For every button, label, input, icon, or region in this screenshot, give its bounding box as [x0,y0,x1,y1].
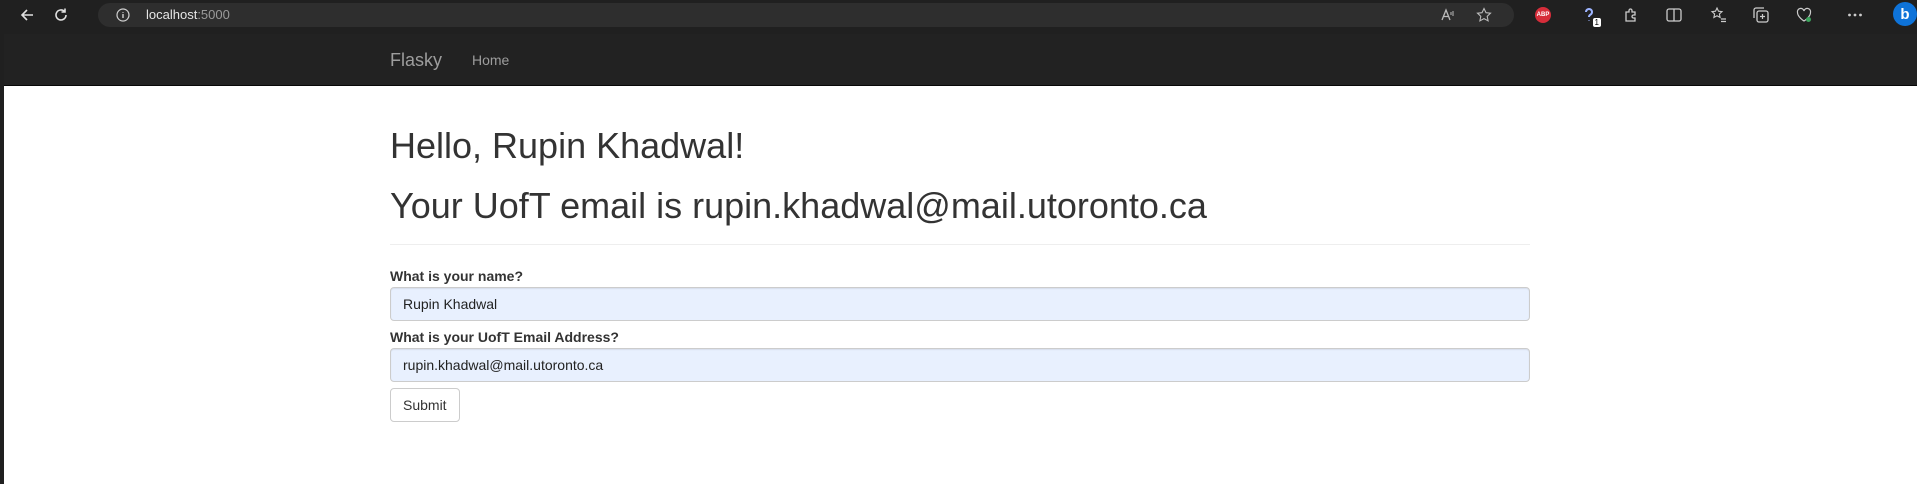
nav-link-home[interactable]: Home [472,52,509,68]
address-url: localhost:5000 [146,8,230,22]
email-heading: Your UofT email is rupin.khadwal@mail.ut… [390,185,1207,226]
header-divider [390,244,1530,245]
back-arrow-icon [20,9,33,21]
address-port: :5000 [197,7,230,22]
back-button[interactable] [16,4,38,26]
favorite-star-icon[interactable] [1476,7,1492,23]
split-screen-button[interactable] [1665,6,1683,24]
adblock-plus-extension[interactable]: ABP [1534,6,1552,24]
browser-toolbar: localhost:5000 ABP 1 b [0,0,1917,30]
site-info-icon[interactable] [116,8,130,22]
page-viewport: Flasky Home Hello, Rupin Khadwal! Your U… [4,34,1917,484]
email-input[interactable] [390,348,1530,382]
submit-button[interactable]: Submit [390,388,460,422]
name-label: What is your name? [390,268,524,284]
settings-more-button[interactable] [1846,6,1864,24]
navbar: Flasky Home [4,34,1917,86]
favorites-list-icon [1710,6,1726,23]
more-dots-icon [1848,13,1862,17]
extension-with-badge[interactable]: 1 [1580,6,1601,27]
bing-icon: b [1900,5,1910,23]
collections-button[interactable] [1752,6,1770,24]
favorites-button[interactable] [1710,6,1728,24]
address-host: localhost [146,7,198,22]
refresh-icon [55,8,67,21]
collections-icon [1753,7,1769,23]
copilot-button[interactable]: b [1893,2,1917,26]
name-input[interactable] [390,287,1530,321]
read-aloud-icon[interactable] [1440,7,1456,23]
navbar-brand[interactable]: Flasky [390,50,442,70]
browser-essentials-button[interactable] [1795,6,1813,24]
abp-icon: ABP [1535,7,1551,23]
split-screen-icon [1666,8,1682,22]
extension-badge-count: 1 [1592,18,1601,27]
extensions-button[interactable] [1622,6,1640,24]
address-bar[interactable]: localhost:5000 [98,3,1514,27]
email-label: What is your UofT Email Address? [390,329,619,345]
puzzle-icon [1625,8,1636,22]
greeting-heading: Hello, Rupin Khadwal! [390,125,745,166]
heart-pulse-icon [1796,7,1812,22]
refresh-button[interactable] [50,4,72,26]
